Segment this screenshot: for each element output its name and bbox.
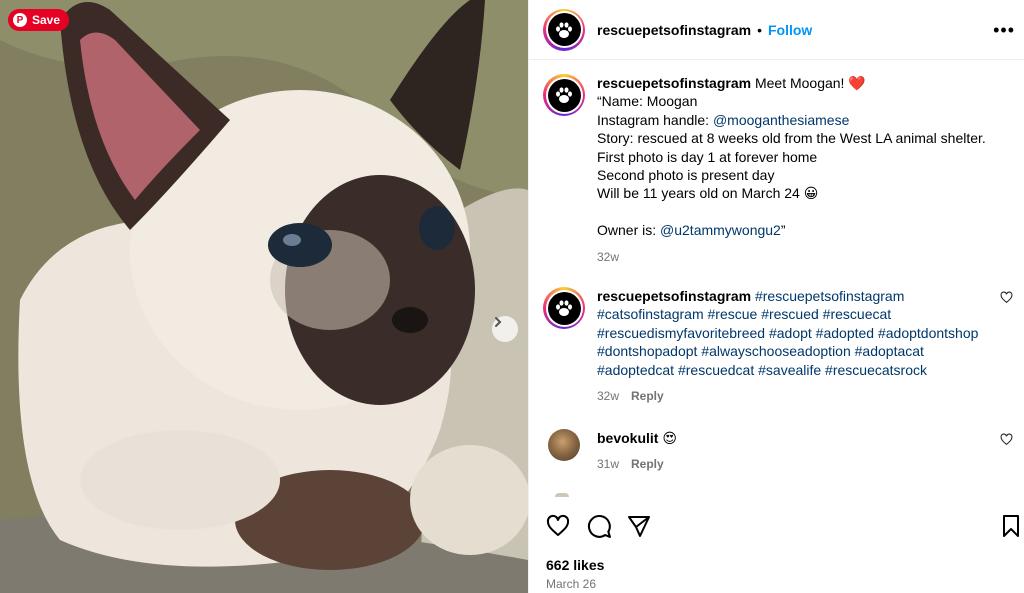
caption-first-photo-line: First photo is day 1 at forever home [597,148,818,165]
follow-button[interactable]: Follow [768,22,812,38]
avatar[interactable] [543,8,585,51]
post-header: rescuepetsofinstagram • Follow ••• [529,0,1024,60]
owner-link[interactable]: @u2tammywongu2 [660,222,781,238]
bookmark-icon[interactable] [1001,514,1021,538]
comment-avatar[interactable] [543,287,585,329]
comment-text: 😍 [662,430,677,446]
comment-timestamp[interactable]: 32w [597,387,619,405]
reply-button[interactable]: Reply [631,387,664,405]
paw-icon [556,87,572,103]
pinterest-icon: P [13,13,27,27]
caption-birthday-line: Will be 11 years old on March 24 😀 [597,185,819,202]
comment-username[interactable]: bevokulit [597,430,658,446]
commenter-avatar[interactable] [548,429,580,461]
comment-body: bevokulit 😍 31w Reply [597,429,997,474]
pinterest-save-button[interactable]: P Save [8,9,70,31]
caption-name-line: “Name: Moogan [597,93,698,110]
comment-icon[interactable] [587,514,612,539]
partial-avatar [555,493,569,497]
header-username[interactable]: rescuepetsofinstagram [597,22,751,38]
next-photo-button[interactable] [492,316,518,342]
separator-dot: • [757,21,762,38]
save-label: Save [32,13,61,27]
caption-story-line: Story: rescued at 8 weeks old from the W… [597,130,986,147]
comments-list: rescuepetsofinstagram Meet Moogan! ❤️ “N… [529,61,1024,497]
caption: rescuepetsofinstagram Meet Moogan! ❤️ “N… [543,74,1013,266]
post-date[interactable]: March 26 [546,577,596,591]
paw-icon [556,300,572,316]
action-bar [529,510,1024,542]
comment-username[interactable]: rescuepetsofinstagram [597,288,751,304]
like-comment-heart-icon[interactable] [1000,433,1013,446]
more-options-icon[interactable]: ••• [993,20,1015,41]
post-details-panel: rescuepetsofinstagram • Follow ••• rescu… [528,0,1024,593]
like-heart-icon[interactable] [545,514,571,538]
handle-link[interactable]: @mooganthesiamese [713,112,849,128]
share-send-icon[interactable] [627,514,651,538]
chevron-right-icon [495,317,502,327]
owner-suffix: ” [780,222,786,239]
comment-body: rescuepetsofinstagram #rescuepetsofinsta… [597,287,999,405]
siamese-kitten-photo [0,0,528,593]
post-image: P Save [0,0,528,593]
like-comment-heart-icon[interactable] [1000,291,1013,304]
comment-item: bevokulit 😍 31w Reply [543,429,1013,474]
reply-button[interactable]: Reply [631,455,664,473]
comment-timestamp[interactable]: 31w [597,455,619,473]
caption-text: rescuepetsofinstagram Meet Moogan! ❤️ “N… [597,74,997,266]
paw-icon [556,21,572,38]
owner-prefix: Owner is: [597,222,661,239]
comment-item: rescuepetsofinstagram #rescuepetsofinsta… [543,287,1013,405]
likes-count[interactable]: 662 likes [546,557,604,573]
caption-timestamp[interactable]: 32w [597,248,619,266]
caption-username[interactable]: rescuepetsofinstagram [597,75,751,91]
caption-avatar[interactable] [543,74,585,116]
handle-prefix: Instagram handle: [597,111,713,128]
caption-second-photo-line: Second photo is present day [597,167,775,184]
caption-title: Meet Moogan! ❤️ [754,75,866,91]
